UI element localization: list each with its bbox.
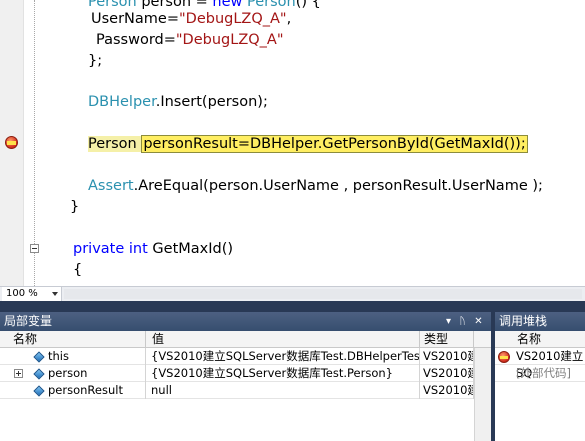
locals-row[interactable]: person {VS2010建立SQLServer数据库Test.Person}… bbox=[0, 365, 491, 382]
chevron-down-icon[interactable]: ▾ bbox=[442, 315, 455, 328]
code-line-3: Password="DebugLZQ_A" bbox=[96, 32, 284, 48]
locals-name-cell: personResult bbox=[0, 382, 146, 399]
code-editor[interactable]: Person person = new Person() { UserName=… bbox=[0, 0, 585, 286]
current-statement-line: Person personResult=DBHelper.GetPersonBy… bbox=[88, 135, 528, 153]
locals-header-row: 名称 值 类型 bbox=[0, 331, 491, 348]
locals-value-cell[interactable]: {VS2010建立SQLServer数据库Test.DBHelperTest} bbox=[146, 348, 420, 365]
horizontal-scrollbar[interactable] bbox=[64, 289, 582, 299]
current-line-arrow-icon bbox=[7, 141, 16, 145]
locals-type-cell: VS2010建 bbox=[420, 382, 474, 399]
code-line-9: private int GetMaxId() bbox=[73, 241, 234, 257]
current-frame-arrow-icon bbox=[500, 356, 508, 359]
current-statement-highlight: personResult=DBHelper.GetPersonById(GetM… bbox=[141, 135, 528, 153]
column-header-name[interactable]: 名称 bbox=[0, 331, 146, 348]
callstack-row[interactable]: [外部代码] bbox=[495, 365, 585, 382]
vertical-scrollbar[interactable] bbox=[474, 348, 491, 441]
collapse-toggle[interactable] bbox=[30, 244, 39, 253]
expand-icon[interactable] bbox=[14, 369, 23, 378]
code-line-2: UserName="DebugLZQ_A", bbox=[91, 11, 292, 27]
locals-name-cell: this bbox=[0, 348, 146, 365]
variable-icon bbox=[33, 368, 45, 380]
panel-splitter[interactable] bbox=[0, 301, 585, 312]
code-line-8: } bbox=[70, 199, 80, 215]
locals-value-cell[interactable]: null bbox=[146, 382, 420, 399]
code-line-7: Assert.AreEqual(person.UserName , person… bbox=[88, 178, 543, 194]
variable-icon bbox=[33, 351, 45, 363]
pin-icon[interactable]: ᚢ bbox=[456, 315, 469, 328]
locals-row[interactable]: personResult null VS2010建 bbox=[0, 382, 491, 399]
chevron-down-icon[interactable] bbox=[52, 292, 58, 296]
callstack-title-bar[interactable]: 调用堆栈 bbox=[495, 312, 585, 331]
locals-value-cell[interactable]: {VS2010建立SQLServer数据库Test.Person} bbox=[146, 365, 420, 382]
locals-row[interactable]: this {VS2010建立SQLServer数据库Test.DBHelperT… bbox=[0, 348, 491, 365]
code-line-10: { bbox=[73, 262, 83, 278]
callstack-row[interactable]: VS2010建立SQ bbox=[495, 348, 585, 380]
locals-name-cell: person bbox=[0, 365, 146, 382]
code-line-4: }; bbox=[88, 53, 103, 69]
code-line-5: DBHelper.Insert(person); bbox=[88, 94, 268, 110]
close-icon[interactable]: ✕ bbox=[472, 315, 485, 328]
locals-type-cell: VS2010建 bbox=[420, 348, 474, 365]
variable-icon bbox=[33, 385, 45, 397]
column-header-type[interactable]: 类型 bbox=[420, 331, 474, 348]
locals-title-bar[interactable]: 局部变量 ▾ ᚢ ✕ bbox=[0, 312, 491, 331]
locals-window: 局部变量 ▾ ᚢ ✕ 名称 值 类型 this {VS2010建立SQLServ… bbox=[0, 312, 491, 441]
callstack-window: 调用堆栈 名称 VS2010建立SQ [外部代码] bbox=[495, 312, 585, 441]
editor-statusbar: 100 % bbox=[0, 286, 585, 301]
locals-type-cell: VS2010建 bbox=[420, 365, 474, 382]
column-header-name[interactable]: 名称 bbox=[495, 331, 585, 348]
column-header-value[interactable]: 值 bbox=[146, 331, 420, 348]
callstack-header-row: 名称 bbox=[495, 331, 585, 348]
